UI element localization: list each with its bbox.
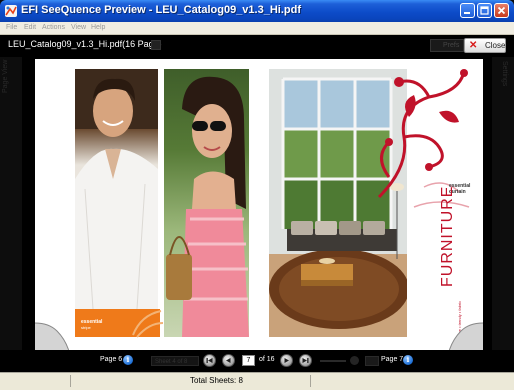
title-bar[interactable]: EFI SeeQuence Preview - LEU_Catalog09_v1… [0,0,514,22]
orange-swirl [132,310,164,338]
header-toggle[interactable] [151,40,161,50]
left-page-label: Page 6 [100,356,123,363]
man-photo [75,69,158,309]
menu-view[interactable]: View [71,22,86,34]
last-sheet-button[interactable] [299,354,312,367]
menu-file[interactable]: File [6,22,17,34]
first-sheet-button[interactable] [203,354,216,367]
document-header: LEU_Catalog09_v1.3_Hi.pdf(16 Page) Prefs… [0,35,514,57]
woman-photo [164,69,249,337]
sheet-total-label: of 16 [259,356,275,363]
document-title: LEU_Catalog09_v1.3_Hi.pdf(16 Page) [8,39,162,49]
page-curl-left-icon[interactable] [35,317,69,350]
right-rail-label: Settings [501,61,508,87]
zoom-slider-handle[interactable] [350,356,359,365]
zoom-slider-track[interactable] [320,360,346,362]
right-rail[interactable]: Settings [492,57,514,350]
navigation-bar: Page 6 i Sheet 4 of 8 7 of 16 Page 7 i [0,350,514,372]
man-illustration [75,69,158,309]
sheet-indicator-label: Sheet 4 of 8 [155,359,188,365]
left-rail[interactable]: Page View [0,57,22,350]
zoom-field[interactable] [365,356,379,366]
status-divider [310,375,311,387]
sheet-indicator: Sheet 4 of 8 [151,356,199,366]
close-icon [497,6,506,15]
status-divider [70,375,71,387]
skip-forward-icon [302,358,309,363]
menu-edit[interactable]: Edit [24,22,36,34]
sheet-number-input[interactable]: 7 [242,355,255,366]
next-sheet-button[interactable] [280,354,293,367]
status-bar: Total Sheets: 8 [0,372,514,390]
right-page[interactable]: essential curtain FURNITURE home • trend… [259,59,483,350]
prefs-button[interactable]: Prefs [430,39,464,52]
minimize-button[interactable] [460,3,475,18]
page-curl-right-icon[interactable] [449,317,483,350]
window-title: EFI SeeQuence Preview - LEU_Catalog09_v1… [21,4,301,16]
previous-sheet-button[interactable] [222,354,235,367]
skip-back-icon [206,358,213,363]
left-logo-sub: stripe [81,325,91,330]
left-rail-label: Page View [2,59,9,93]
menu-help[interactable]: Help [91,22,105,34]
play-forward-icon [284,358,289,363]
close-preview-button[interactable]: ✕ Close [464,38,506,53]
minimize-icon [464,12,470,14]
furniture-title: FURNITURE [439,185,456,287]
window-close-button[interactable] [494,3,509,18]
left-page[interactable]: essential stripe [35,59,259,350]
left-page-info-icon[interactable]: i [123,355,133,365]
woman-illustration [166,76,249,337]
app-icon [5,5,17,17]
maximize-button[interactable] [477,3,492,18]
close-x-icon: ✕ [469,40,478,51]
menu-bar: File Edit Actions View Help [0,22,514,35]
right-page-label: Page 7 [381,356,404,363]
prefs-label: Prefs [443,42,460,49]
close-label: Close [485,41,506,50]
right-page-info-icon[interactable]: i [403,355,413,365]
play-back-icon [226,358,231,363]
total-sheets-status: Total Sheets: 8 [190,376,243,385]
menu-actions[interactable]: Actions [42,22,65,34]
preview-canvas[interactable]: essential stripe essential curtain FURNI… [22,57,492,350]
maximize-icon [480,6,489,15]
